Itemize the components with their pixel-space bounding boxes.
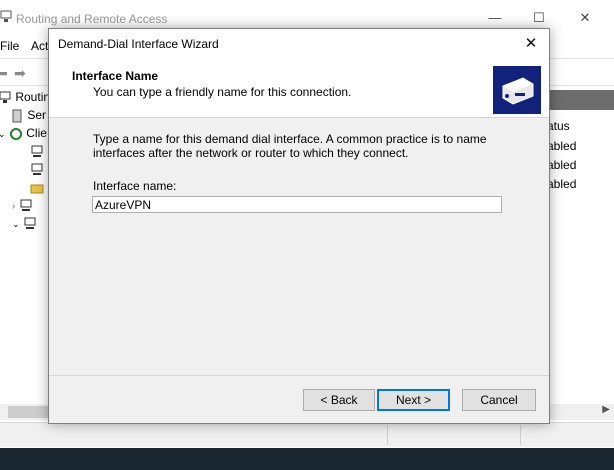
- scrollbar-thumb[interactable]: [8, 406, 48, 418]
- console-tree: Routin Ser ⌄ Clie › ⌄: [0, 86, 50, 406]
- tree-item-interface-4[interactable]: ⌄: [12, 216, 37, 234]
- status-cell: abled: [547, 177, 577, 191]
- chevron-down-icon[interactable]: ⌄: [0, 129, 6, 139]
- status-divider: [520, 425, 521, 445]
- menu-file[interactable]: File: [0, 39, 19, 53]
- status-bar: [0, 422, 614, 447]
- status-cell: abled: [547, 139, 577, 153]
- status-cell: abled: [547, 158, 577, 172]
- forward-arrow-icon[interactable]: ➡: [14, 65, 26, 82]
- dialog-title: Demand-Dial Interface Wizard: [58, 37, 219, 51]
- chevron-right-icon[interactable]: ›: [12, 201, 15, 212]
- next-button[interactable]: Next >: [377, 389, 450, 411]
- interface-name-label: Interface name:: [93, 179, 177, 193]
- cancel-button[interactable]: Cancel: [462, 389, 536, 411]
- router-icon: [0, 91, 12, 105]
- menu-action[interactable]: Act: [31, 39, 48, 53]
- results-pane: atus abled abled abled: [545, 86, 614, 406]
- chevron-down-icon[interactable]: ⌄: [12, 219, 20, 229]
- network-icon: [19, 199, 33, 213]
- status-column-header[interactable]: atus: [547, 119, 570, 133]
- folder-icon: [30, 181, 44, 195]
- network-icon: [30, 163, 44, 177]
- close-button[interactable]: ✕: [570, 8, 600, 28]
- tree-item-interface-2[interactable]: [30, 162, 44, 180]
- tree-item-root[interactable]: Routin: [0, 90, 50, 108]
- maximize-button[interactable]: ☐: [524, 8, 554, 28]
- wizard-page-title: Interface Name: [72, 69, 159, 83]
- tree-item-label: Ser: [27, 108, 47, 122]
- back-arrow-icon[interactable]: ⬅: [0, 65, 8, 82]
- tree-item-interface-1[interactable]: [30, 144, 44, 162]
- wizard-instructions: Type a name for this demand dial interfa…: [93, 132, 487, 160]
- network-icon: [23, 217, 37, 231]
- minimize-button[interactable]: —: [480, 8, 510, 28]
- interface-name-input[interactable]: [92, 196, 502, 213]
- results-header-bar: [545, 90, 614, 110]
- tree-item-server[interactable]: Ser: [10, 108, 46, 126]
- footer-divider: [49, 375, 549, 376]
- tree-item-folder[interactable]: [30, 180, 44, 198]
- network-icon: [30, 145, 44, 159]
- wizard-banner-icon: [493, 66, 541, 114]
- tree-item-clients[interactable]: ⌄ Clie: [0, 126, 47, 144]
- dialog-close-button[interactable]: ✕: [517, 32, 545, 56]
- tree-item-label: Routin: [15, 90, 51, 104]
- status-divider: [387, 425, 388, 445]
- dialog-titlebar: Demand-Dial Interface Wizard ✕: [49, 29, 549, 59]
- scroll-right-icon[interactable]: ▶: [602, 404, 610, 415]
- demand-dial-wizard-dialog: Demand-Dial Interface Wizard ✕ Interface…: [48, 28, 550, 424]
- tree-item-interface-3[interactable]: ›: [12, 198, 33, 216]
- background-window-title: Routing and Remote Access: [16, 12, 168, 26]
- routing-app-icon: [0, 10, 12, 23]
- back-button[interactable]: < Back: [303, 389, 375, 411]
- tree-item-label: Clie: [26, 126, 47, 140]
- clients-icon: [9, 127, 23, 141]
- wizard-header: Interface Name You can type a friendly n…: [49, 59, 549, 118]
- wizard-page-subtitle: You can type a friendly name for this co…: [93, 85, 352, 99]
- server-icon: [10, 109, 24, 123]
